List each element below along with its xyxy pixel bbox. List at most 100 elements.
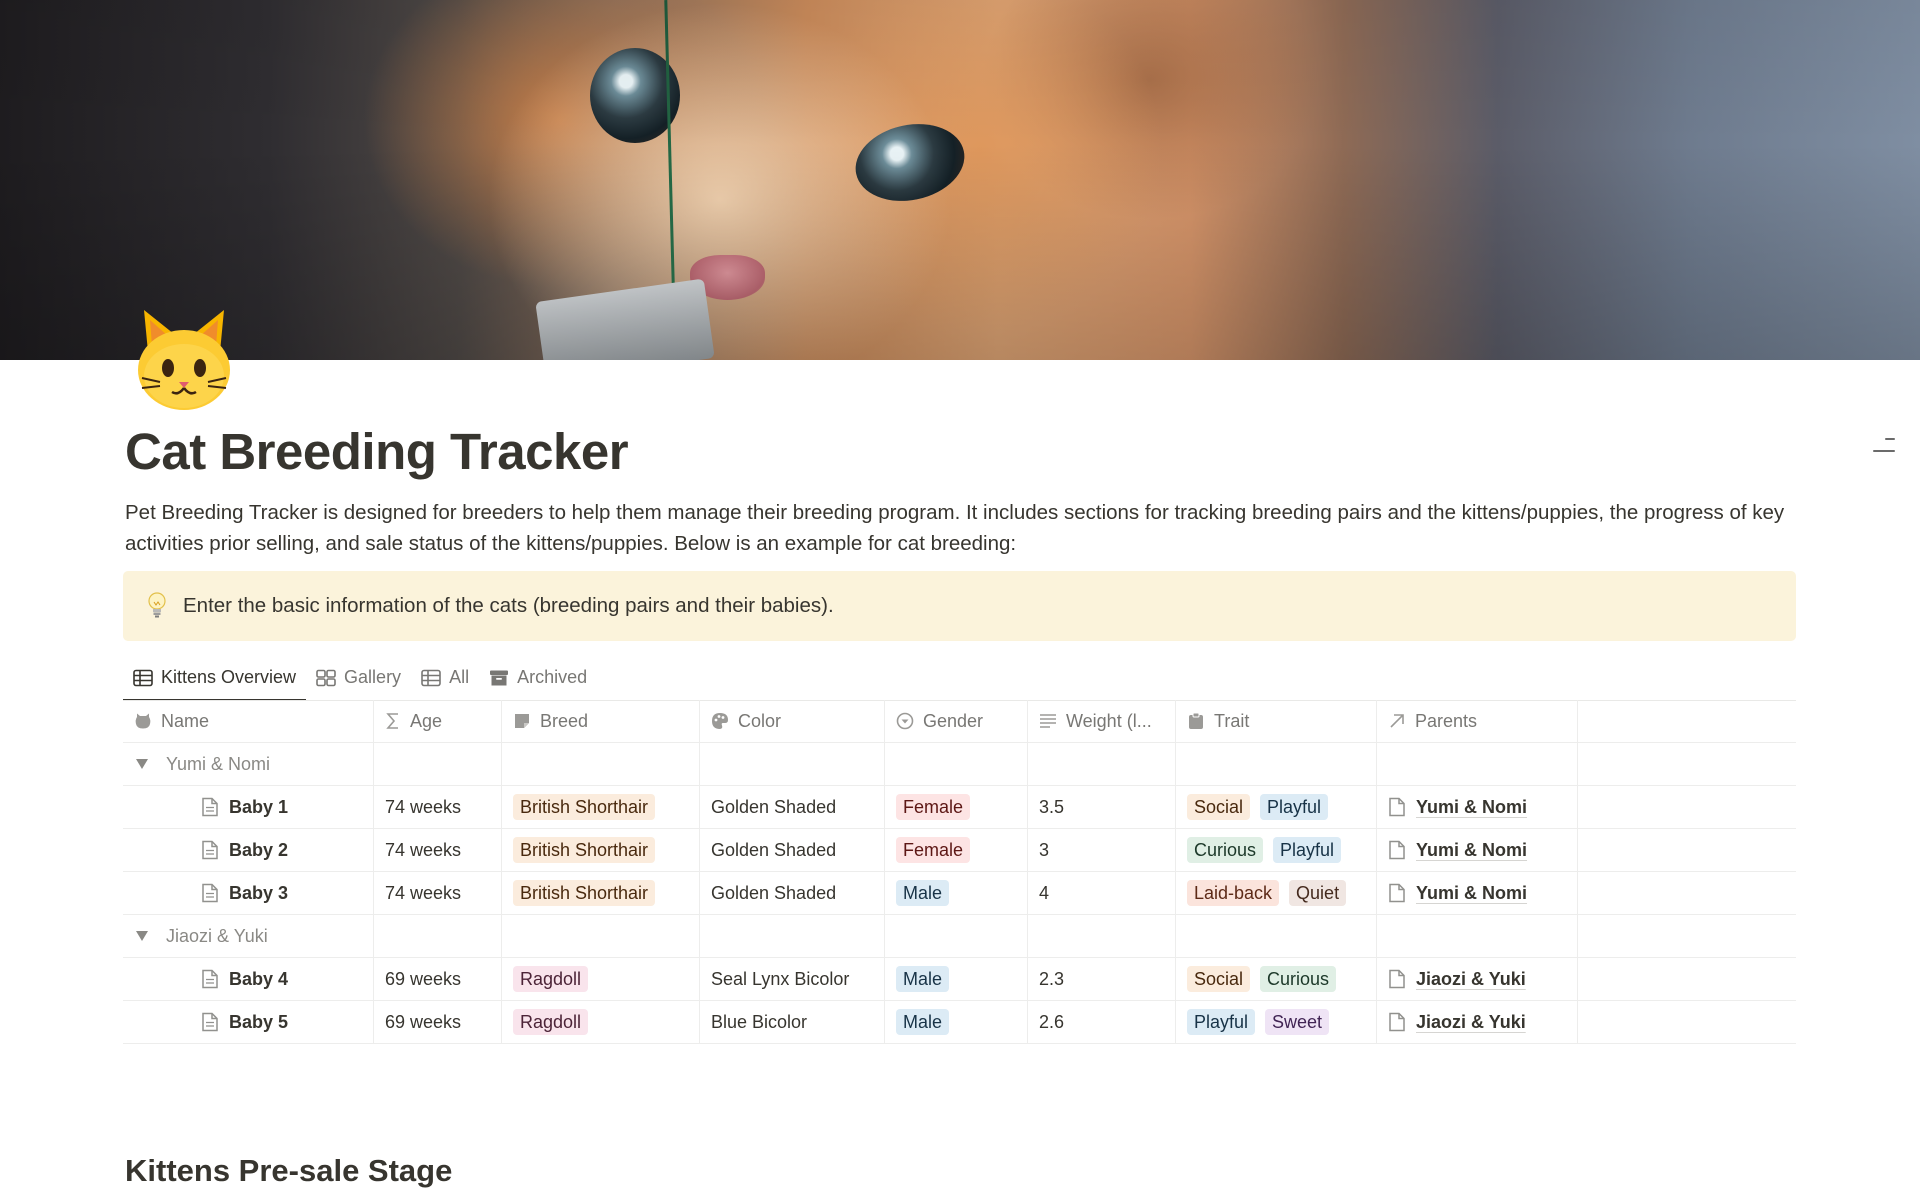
parents-cell[interactable]: Yumi & Nomi [1377, 829, 1578, 871]
gender-tag: Female [896, 837, 971, 863]
trait-cell[interactable]: Laid-back Quiet [1176, 872, 1377, 914]
tab-gallery[interactable]: Gallery [306, 655, 411, 700]
column-header-color[interactable]: Color [700, 700, 885, 742]
gallery-icon [316, 669, 336, 686]
parents-cell[interactable]: Yumi & Nomi [1377, 872, 1578, 914]
parents-link[interactable]: Jiaozi & Yuki [1416, 969, 1526, 990]
column-header-trait[interactable]: Trait [1176, 700, 1377, 742]
name-cell[interactable]: Baby 2 [123, 829, 374, 871]
parents-link[interactable]: Yumi & Nomi [1416, 840, 1527, 861]
breed-tag: Ragdoll [513, 966, 589, 992]
column-header-weight[interactable]: Weight (l... [1028, 700, 1176, 742]
color-cell[interactable]: Golden Shaded [700, 786, 885, 828]
age-cell[interactable]: 74 weeks [374, 872, 502, 914]
table-row[interactable]: Baby 4 69 weeks Ragdoll Seal Lynx Bicolo… [123, 958, 1796, 1001]
group-row[interactable]: Yumi & Nomi [123, 743, 1796, 786]
column-header-gender[interactable]: Gender [885, 700, 1028, 742]
weight-cell[interactable]: 3.5 [1028, 786, 1176, 828]
trait-tag: Playful [1273, 837, 1342, 863]
breed-cell[interactable]: Ragdoll [502, 1001, 700, 1043]
tab-archived[interactable]: Archived [479, 655, 597, 700]
parents-link[interactable]: Jiaozi & Yuki [1416, 1012, 1526, 1033]
column-header-name[interactable]: Name [123, 700, 374, 742]
trait-tag: Laid-back [1187, 880, 1280, 906]
toggle-icon[interactable] [136, 759, 148, 769]
document-icon [1389, 840, 1405, 860]
page-title[interactable]: Cat Breeding Tracker [125, 422, 629, 481]
palette-icon [712, 713, 728, 729]
parents-cell[interactable]: Jiaozi & Yuki [1377, 1001, 1578, 1043]
tab-kittens-overview[interactable]: Kittens Overview [123, 655, 307, 701]
section-heading[interactable]: Kittens Pre-sale Stage [125, 1153, 452, 1189]
column-header-parents[interactable]: Parents [1377, 700, 1578, 742]
color-cell[interactable]: Blue Bicolor [700, 1001, 885, 1043]
toggle-icon[interactable] [136, 931, 148, 941]
gender-cell[interactable]: Male [885, 958, 1028, 1000]
breed-tag: Ragdoll [513, 1009, 589, 1035]
name-cell[interactable]: Baby 5 [123, 1001, 374, 1043]
table-row[interactable]: Baby 3 74 weeks British Shorthair Golden… [123, 872, 1796, 915]
trait-cell[interactable]: Social Playful [1176, 786, 1377, 828]
trait-tag: Curious [1187, 837, 1264, 863]
tab-all[interactable]: All [411, 655, 479, 700]
cat-face-icon[interactable] [134, 304, 234, 412]
cover-image[interactable] [0, 0, 1920, 360]
document-icon [1389, 883, 1405, 903]
table-row[interactable]: Baby 2 74 weeks British Shorthair Golden… [123, 829, 1796, 872]
age-cell[interactable]: 69 weeks [374, 958, 502, 1000]
table-row[interactable]: Baby 1 74 weeks British Shorthair Golden… [123, 786, 1796, 829]
weight-cell[interactable]: 3 [1028, 829, 1176, 871]
page-description[interactable]: Pet Breeding Tracker is designed for bre… [125, 497, 1785, 559]
weight-cell[interactable]: 2.3 [1028, 958, 1176, 1000]
gender-cell[interactable]: Male [885, 1001, 1028, 1043]
age-cell[interactable]: 74 weeks [374, 829, 502, 871]
parents-link[interactable]: Yumi & Nomi [1416, 883, 1527, 904]
group-label: Yumi & Nomi [166, 753, 271, 774]
light-bulb-icon [148, 592, 166, 618]
color-cell[interactable]: Golden Shaded [700, 829, 885, 871]
weight-cell[interactable]: 4 [1028, 872, 1176, 914]
color-cell[interactable]: Golden Shaded [700, 872, 885, 914]
trait-cell[interactable]: Curious Playful [1176, 829, 1377, 871]
trait-cell[interactable]: Social Curious [1176, 958, 1377, 1000]
color-cell[interactable]: Seal Lynx Bicolor [700, 958, 885, 1000]
name-cell[interactable]: Baby 3 [123, 872, 374, 914]
select-icon [515, 714, 529, 728]
gender-cell[interactable]: Female [885, 829, 1028, 871]
parents-cell[interactable]: Jiaozi & Yuki [1377, 958, 1578, 1000]
table-of-contents-icon[interactable] [1873, 438, 1895, 468]
parents-link[interactable]: Yumi & Nomi [1416, 797, 1527, 818]
document-icon [202, 840, 218, 860]
document-icon [202, 969, 218, 989]
relation-arrow-icon [1390, 714, 1404, 728]
gender-tag: Male [896, 966, 950, 992]
parents-cell[interactable]: Yumi & Nomi [1377, 786, 1578, 828]
clipboard-icon [1189, 712, 1203, 729]
name-cell[interactable]: Baby 1 [123, 786, 374, 828]
trait-tag: Social [1187, 966, 1251, 992]
name-cell[interactable]: Baby 4 [123, 958, 374, 1000]
text-lines-icon [1040, 714, 1056, 728]
breed-cell[interactable]: British Shorthair [502, 872, 700, 914]
age-cell[interactable]: 74 weeks [374, 786, 502, 828]
weight-cell[interactable]: 2.6 [1028, 1001, 1176, 1043]
table-row[interactable]: Baby 5 69 weeks Ragdoll Blue Bicolor Mal… [123, 1001, 1796, 1044]
document-icon [1389, 1012, 1405, 1032]
gender-cell[interactable]: Male [885, 872, 1028, 914]
trait-cell[interactable]: Playful Sweet [1176, 1001, 1377, 1043]
document-icon [202, 883, 218, 903]
breed-cell[interactable]: Ragdoll [502, 958, 700, 1000]
gender-tag: Female [896, 794, 971, 820]
group-row[interactable]: Jiaozi & Yuki [123, 915, 1796, 958]
trait-tag: Sweet [1265, 1009, 1330, 1035]
breed-cell[interactable]: British Shorthair [502, 829, 700, 871]
status-icon [896, 712, 914, 730]
document-icon [1389, 969, 1405, 989]
column-header-age[interactable]: Age [374, 700, 502, 742]
trait-tag: Playful [1187, 1009, 1256, 1035]
gender-cell[interactable]: Female [885, 786, 1028, 828]
column-header-breed[interactable]: Breed [502, 700, 700, 742]
callout-block[interactable]: Enter the basic information of the cats … [123, 571, 1796, 641]
breed-cell[interactable]: British Shorthair [502, 786, 700, 828]
age-cell[interactable]: 69 weeks [374, 1001, 502, 1043]
